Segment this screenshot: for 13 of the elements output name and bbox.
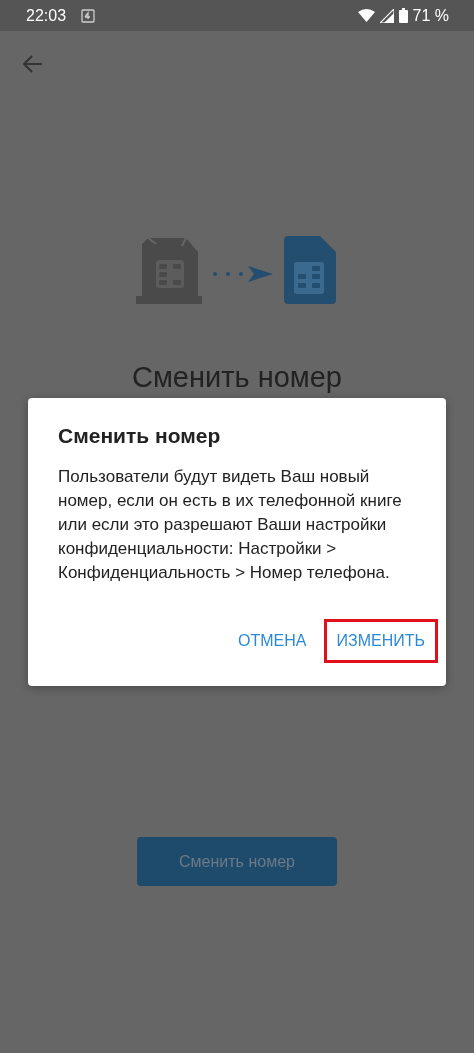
signal-icon (379, 8, 394, 23)
status-time: 22:03 (26, 6, 67, 25)
dialog-title: Сменить номер (58, 424, 222, 448)
battery-percent: 71 % (412, 6, 449, 25)
dialog-message: Пользователи будут видеть Ваш новый номер, если он есть в их телефонной книге или если это разрешают Ваши настройки конфиденциальности: Настройки > Конфиденциальность > Номер телефона. (58, 466, 403, 584)
battery-icon (398, 8, 408, 23)
back-arrow-icon[interactable] (23, 55, 43, 73)
change-number-button[interactable]: Сменить номер (137, 837, 337, 886)
wifi-icon (357, 9, 375, 22)
page-title: Сменить номер (132, 360, 342, 394)
dialog-action-button[interactable]: ОТМЕНА (225, 619, 320, 663)
notification-icon (81, 8, 96, 23)
dialog-action-button[interactable]: ИЗМЕНИТЬ (323, 619, 438, 663)
